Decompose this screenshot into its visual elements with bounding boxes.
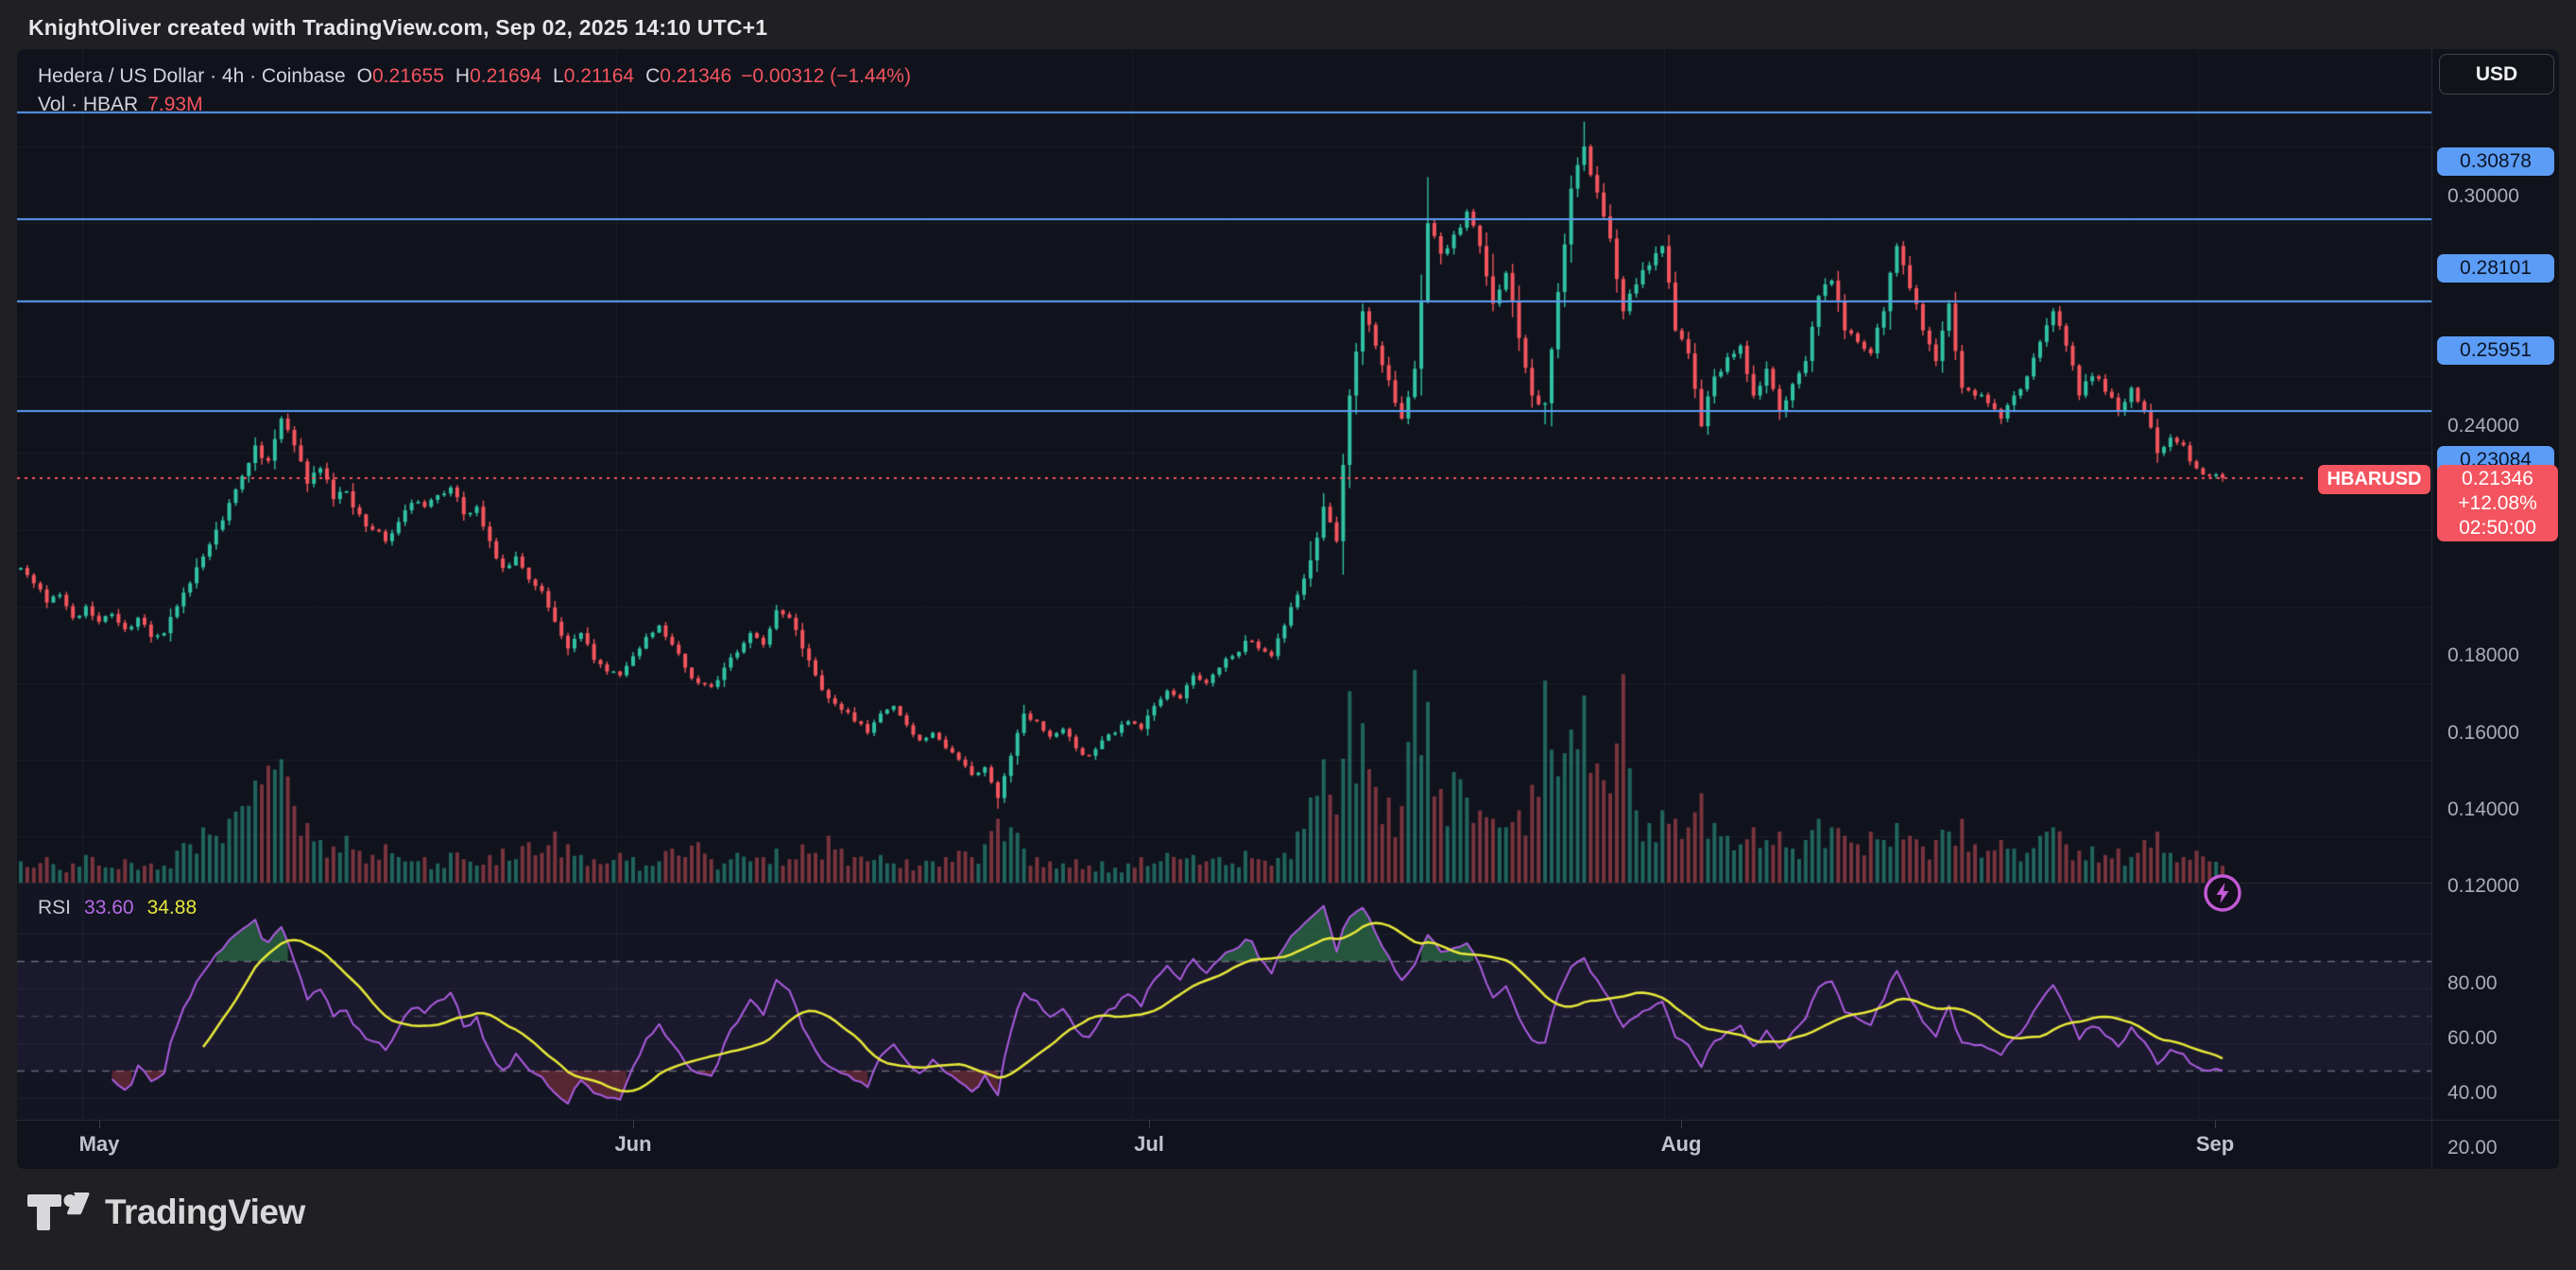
price-tick: 0.18000 [2447, 644, 2519, 667]
ohlc-close: C0.21346 [645, 65, 731, 88]
tradingview-wordmark[interactable]: TradingView [105, 1193, 305, 1232]
last-change-pct: +12.08% [2458, 491, 2537, 516]
currency-toggle-button[interactable]: USD [2439, 54, 2554, 94]
price-tick: 0.30000 [2447, 185, 2519, 208]
axis-separator [2431, 1121, 2432, 1169]
last-price: 0.21346 [2462, 467, 2533, 491]
month-tick [633, 1121, 634, 1128]
last-price-box: 0.21346 +12.08% 02:50:00 [2437, 465, 2558, 541]
instant-trading-button[interactable] [2202, 872, 2243, 914]
month-label-jul: Jul [1134, 1132, 1164, 1157]
ohlc-high: H0.21694 [455, 65, 541, 88]
tradingview-screenshot: KnightOliver created with TradingView.co… [0, 0, 2576, 1270]
month-label-sep: Sep [2196, 1132, 2234, 1157]
month-tick [2215, 1121, 2216, 1128]
rsi-ma-value: 34.88 [147, 897, 197, 919]
month-tick [1681, 1121, 1682, 1128]
symbol-title[interactable]: Hedera / US Dollar · 4h · Coinbase [38, 65, 346, 88]
rsi-tick: 40.00 [2447, 1082, 2498, 1105]
rsi-tick: 80.00 [2447, 972, 2498, 995]
level-label-1: 0.30878 [2437, 147, 2554, 176]
rsi-value: 33.60 [84, 897, 134, 919]
volume-value: 7.93M [147, 94, 202, 116]
price-chart-canvas[interactable] [17, 49, 2431, 1120]
bar-countdown: 02:50:00 [2459, 516, 2536, 541]
month-tick [99, 1121, 100, 1128]
ohlc-low: L0.21164 [553, 65, 634, 88]
footer: TradingView [26, 1193, 305, 1232]
chart-legend: Hedera / US Dollar · 4h · Coinbase O0.21… [38, 62, 911, 119]
ohlc-open: O0.21655 [357, 65, 444, 88]
month-label-may: May [79, 1132, 120, 1157]
lightning-icon [2202, 872, 2243, 914]
rsi-label[interactable]: RSI [38, 897, 71, 919]
chart-panel: Hedera / US Dollar · 4h · Coinbase O0.21… [17, 49, 2559, 1169]
price-tick: 0.12000 [2447, 875, 2519, 898]
rsi-tick: 60.00 [2447, 1027, 2498, 1050]
volume-label[interactable]: Vol · HBAR [38, 94, 138, 116]
rsi-legend: RSI 33.60 34.88 [38, 895, 197, 921]
tradingview-logo-icon[interactable] [26, 1193, 90, 1232]
price-tick: 0.16000 [2447, 722, 2519, 745]
month-label-aug: Aug [1661, 1132, 1702, 1157]
price-tick: 0.24000 [2447, 415, 2519, 438]
time-axis[interactable]: May Jun Jul Aug Sep [17, 1120, 2559, 1169]
month-tick [1149, 1121, 1150, 1128]
level-label-3: 0.25951 [2437, 336, 2554, 365]
attribution-text: KnightOliver created with TradingView.co… [28, 15, 767, 41]
level-label-2: 0.28101 [2437, 254, 2554, 283]
last-price-symbol-tag: HBARUSD [2318, 465, 2430, 494]
rsi-tick: 20.00 [2447, 1137, 2498, 1159]
price-tick: 0.14000 [2447, 798, 2519, 821]
price-scale[interactable]: USD 0.30878 0.28101 0.25951 0.23084 0.30… [2431, 49, 2559, 1120]
month-label-jun: Jun [614, 1132, 651, 1157]
price-change: −0.00312 (−1.44%) [741, 65, 911, 88]
